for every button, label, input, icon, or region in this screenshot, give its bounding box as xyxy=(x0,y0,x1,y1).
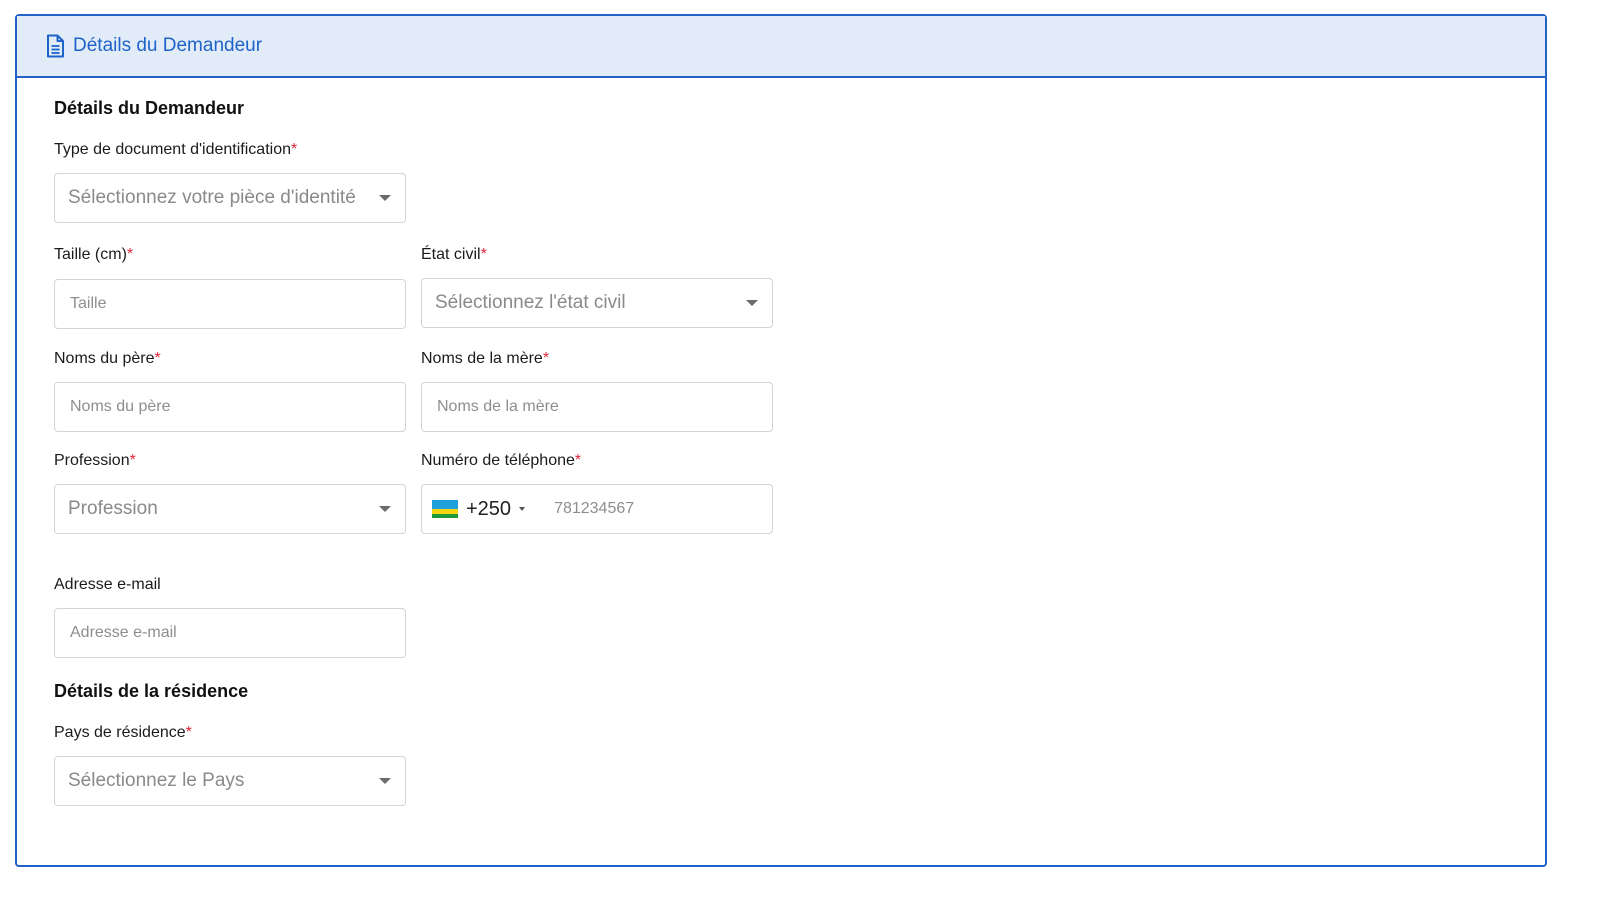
chevron-down-icon xyxy=(746,300,758,306)
chevron-down-icon xyxy=(379,195,391,201)
chevron-down-icon[interactable] xyxy=(519,507,526,511)
civil-status-placeholder: Sélectionnez l'état civil xyxy=(435,292,626,313)
required-marker: * xyxy=(185,724,192,741)
phone-label: Numéro de téléphone* xyxy=(421,452,582,469)
profession-label: Profession* xyxy=(54,452,136,469)
required-marker: * xyxy=(126,246,134,263)
card-header: Détails du Demandeur xyxy=(17,16,1545,78)
profession-placeholder: Profession xyxy=(68,498,158,519)
country-label: Pays de résidence* xyxy=(54,724,192,741)
residence-section-title: Détails de la résidence xyxy=(54,681,249,701)
mother-names-input[interactable] xyxy=(422,383,772,431)
height-input[interactable] xyxy=(55,280,405,328)
father-names-label: Noms du père* xyxy=(54,350,161,367)
country-select[interactable]: Sélectionnez le Pays xyxy=(54,756,406,806)
email-label: Adresse e-mail xyxy=(54,576,161,593)
phone-input[interactable] xyxy=(539,485,772,533)
mother-names-label: Noms de la mère* xyxy=(421,350,550,367)
id-type-select[interactable]: Sélectionnez votre pièce d'identité xyxy=(54,173,406,223)
email-field xyxy=(54,608,406,658)
email-input[interactable] xyxy=(55,609,405,657)
mother-names-field xyxy=(421,382,773,432)
required-marker: * xyxy=(480,246,487,263)
required-marker: * xyxy=(290,141,298,158)
id-type-label: Type de document d'identification* xyxy=(54,141,298,158)
country-placeholder: Sélectionnez le Pays xyxy=(68,770,245,791)
height-field xyxy=(54,279,406,329)
civil-status-label: État civil* xyxy=(421,246,487,263)
required-marker: * xyxy=(129,452,136,469)
rwanda-flag-icon[interactable] xyxy=(432,500,458,518)
father-names-field xyxy=(54,382,406,432)
civil-status-select[interactable]: Sélectionnez l'état civil xyxy=(421,278,773,328)
required-marker: * xyxy=(542,350,550,367)
father-names-input[interactable] xyxy=(55,383,405,431)
id-type-placeholder: Sélectionnez votre pièce d'identité xyxy=(68,187,356,208)
height-label: Taille (cm)* xyxy=(54,246,134,263)
dial-code[interactable]: +250 xyxy=(466,498,511,521)
chevron-down-icon xyxy=(379,506,391,512)
required-marker: * xyxy=(154,350,161,367)
profession-select[interactable]: Profession xyxy=(54,484,406,534)
card-title: Détails du Demandeur xyxy=(73,35,263,56)
document-icon xyxy=(45,34,65,58)
applicant-section-title: Détails du Demandeur xyxy=(54,98,245,118)
phone-field: +250 xyxy=(421,484,773,534)
chevron-down-icon xyxy=(379,778,391,784)
required-marker: * xyxy=(574,452,582,469)
